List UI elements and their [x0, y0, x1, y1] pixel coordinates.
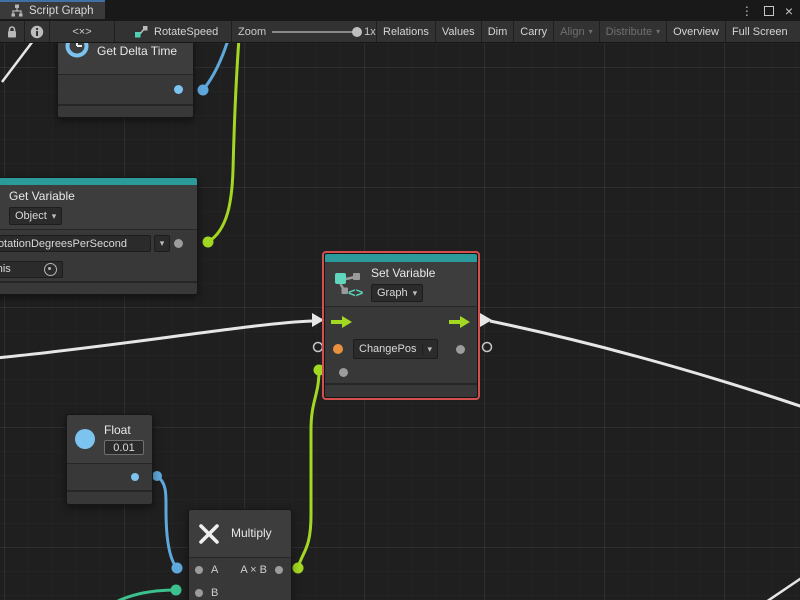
flow-output-arrow[interactable] — [449, 315, 471, 329]
toolbar-button-full-screen[interactable]: Full Screen — [726, 21, 794, 42]
target-dot-icon[interactable] — [44, 263, 57, 276]
chevron-down-icon: ▾ — [422, 344, 433, 355]
chevron-down-icon: ▾ — [413, 288, 418, 299]
wire-end-dot[interactable] — [152, 471, 162, 481]
output-port-result[interactable] — [275, 566, 283, 574]
input-port-a[interactable] — [195, 566, 203, 574]
flow-wire-bottom-right — [766, 577, 800, 600]
node-footer — [0, 281, 197, 294]
input-port-value[interactable] — [333, 344, 343, 354]
zoom-control: Zoom 1x — [232, 21, 377, 42]
info-icon — [30, 25, 44, 39]
input-port-extra[interactable] — [339, 368, 348, 377]
wire-end-dot[interactable] — [198, 85, 209, 96]
float-value-input[interactable]: 0.01 — [104, 440, 144, 455]
unity-visual-scripting-window: Time Get Delta Time Get Variable Object … — [0, 0, 800, 600]
node-footer — [325, 383, 477, 397]
variable-scope-dropdown[interactable]: Graph ▾ — [371, 284, 423, 302]
node-get-variable[interactable]: Get Variable Object ▾ RotationDegreesPer… — [0, 177, 198, 295]
node-title: Get Variable — [9, 189, 75, 204]
value-wire-float-to-multiply — [157, 476, 177, 568]
flow-wire-out-of-set-variable — [490, 321, 800, 407]
wire-end-dot[interactable] — [203, 237, 214, 248]
zoom-slider[interactable] — [272, 31, 358, 33]
chevron-down-icon: ▾ — [589, 27, 593, 36]
script-graph-asset-icon — [134, 25, 148, 38]
toolbar-button-carry[interactable]: Carry — [514, 21, 554, 42]
lock-button[interactable] — [0, 21, 25, 42]
variable-node-accent — [325, 254, 477, 262]
zoom-slider-handle[interactable] — [352, 27, 362, 37]
variable-name-dropdown-button[interactable]: ▾ — [154, 235, 170, 252]
flow-input-arrow[interactable] — [331, 315, 353, 329]
circle-icon — [75, 429, 95, 449]
toolbar-button-values[interactable]: Values — [436, 21, 482, 42]
port-label-b: B — [211, 587, 218, 599]
node-footer — [67, 490, 152, 504]
value-wire-delta-time-up — [203, 40, 228, 90]
output-port-float[interactable] — [131, 473, 139, 481]
window-menu-button[interactable]: ⋮ — [741, 4, 753, 18]
node-footer — [58, 104, 193, 117]
selection-highlight: <> Set Variable Graph ▾ — [322, 251, 480, 400]
toolbar-button-overview[interactable]: Overview — [667, 21, 726, 42]
graph-toolbar: <×> RotateSpeed Zoom 1x Relations Values… — [0, 21, 800, 43]
variable-select-dropdown[interactable]: ChangePos ▾ — [353, 339, 438, 359]
graph-name: RotateSpeed — [154, 26, 218, 38]
wire-end-dot[interactable] — [171, 585, 182, 596]
variable-name-field[interactable]: RotationDegreesPerSecond — [0, 235, 151, 252]
node-title: Float — [104, 423, 144, 438]
zoom-label: Zoom — [238, 26, 266, 38]
chevron-down-icon: ▾ — [160, 238, 165, 249]
wire-end-dot[interactable] — [293, 563, 304, 574]
close-button[interactable]: × — [785, 4, 793, 18]
window-tab-bar: Script Graph ⋮ × — [0, 0, 800, 21]
graph-canvas[interactable]: Time Get Delta Time Get Variable Object … — [0, 0, 800, 600]
wire-end-dot[interactable] — [172, 563, 183, 574]
zoom-value: 1x — [364, 26, 376, 38]
toolbar-button-align[interactable]: Align ▾ — [554, 21, 599, 42]
toolbar-button-distribute[interactable]: Distribute ▾ — [600, 21, 667, 42]
node-float[interactable]: Float 0.01 — [66, 414, 153, 505]
toolbar-button-relations[interactable]: Relations — [377, 21, 436, 42]
node-title: Get Delta Time — [97, 44, 177, 59]
flow-arrow-set-variable-output[interactable] — [480, 313, 492, 327]
input-port-b[interactable] — [195, 589, 203, 597]
tab-title: Script Graph — [29, 5, 94, 17]
variable-scope-dropdown[interactable]: Object ▾ — [9, 207, 62, 225]
output-port-value[interactable] — [456, 345, 465, 354]
port-label-result: A × B — [240, 564, 267, 576]
value-wire-into-multiply-b — [116, 590, 176, 600]
unconnected-port-circle-right[interactable] — [483, 343, 492, 352]
output-port-variable-value[interactable] — [174, 239, 183, 248]
lock-icon — [6, 25, 18, 39]
toolbar-button-dim[interactable]: Dim — [482, 21, 515, 42]
graph-hierarchy-icon — [11, 4, 23, 17]
node-title: Multiply — [231, 526, 272, 541]
output-port-delta-time[interactable] — [174, 85, 183, 94]
port-label-a: A — [211, 564, 218, 576]
info-button[interactable] — [25, 21, 50, 42]
window-controls: ⋮ × — [741, 0, 793, 21]
graph-variable-icon: <> — [333, 269, 363, 299]
node-set-variable[interactable]: <> Set Variable Graph ▾ — [324, 253, 478, 398]
variable-target-field[interactable]: This — [0, 261, 63, 278]
chevron-down-icon: ▾ — [656, 27, 660, 36]
value-wire-multiply-to-set-variable — [298, 370, 319, 568]
tab-script-graph[interactable]: Script Graph — [0, 0, 105, 19]
graph-breadcrumb[interactable]: RotateSpeed — [115, 21, 232, 42]
flow-wire-into-set-variable — [0, 321, 312, 358]
flow-wire-top-left — [2, 41, 33, 82]
svg-text:<>: <> — [348, 285, 363, 299]
node-multiply[interactable]: Multiply A A × B B — [188, 509, 292, 600]
variable-node-accent — [0, 178, 197, 185]
code-preview-toggle[interactable]: <×> — [50, 21, 115, 42]
chevron-down-icon: ▾ — [52, 211, 57, 222]
value-wire-get-variable-up — [208, 38, 239, 242]
node-title: Set Variable — [371, 266, 435, 281]
maximize-button[interactable] — [764, 6, 774, 16]
multiply-x-icon — [197, 522, 221, 546]
